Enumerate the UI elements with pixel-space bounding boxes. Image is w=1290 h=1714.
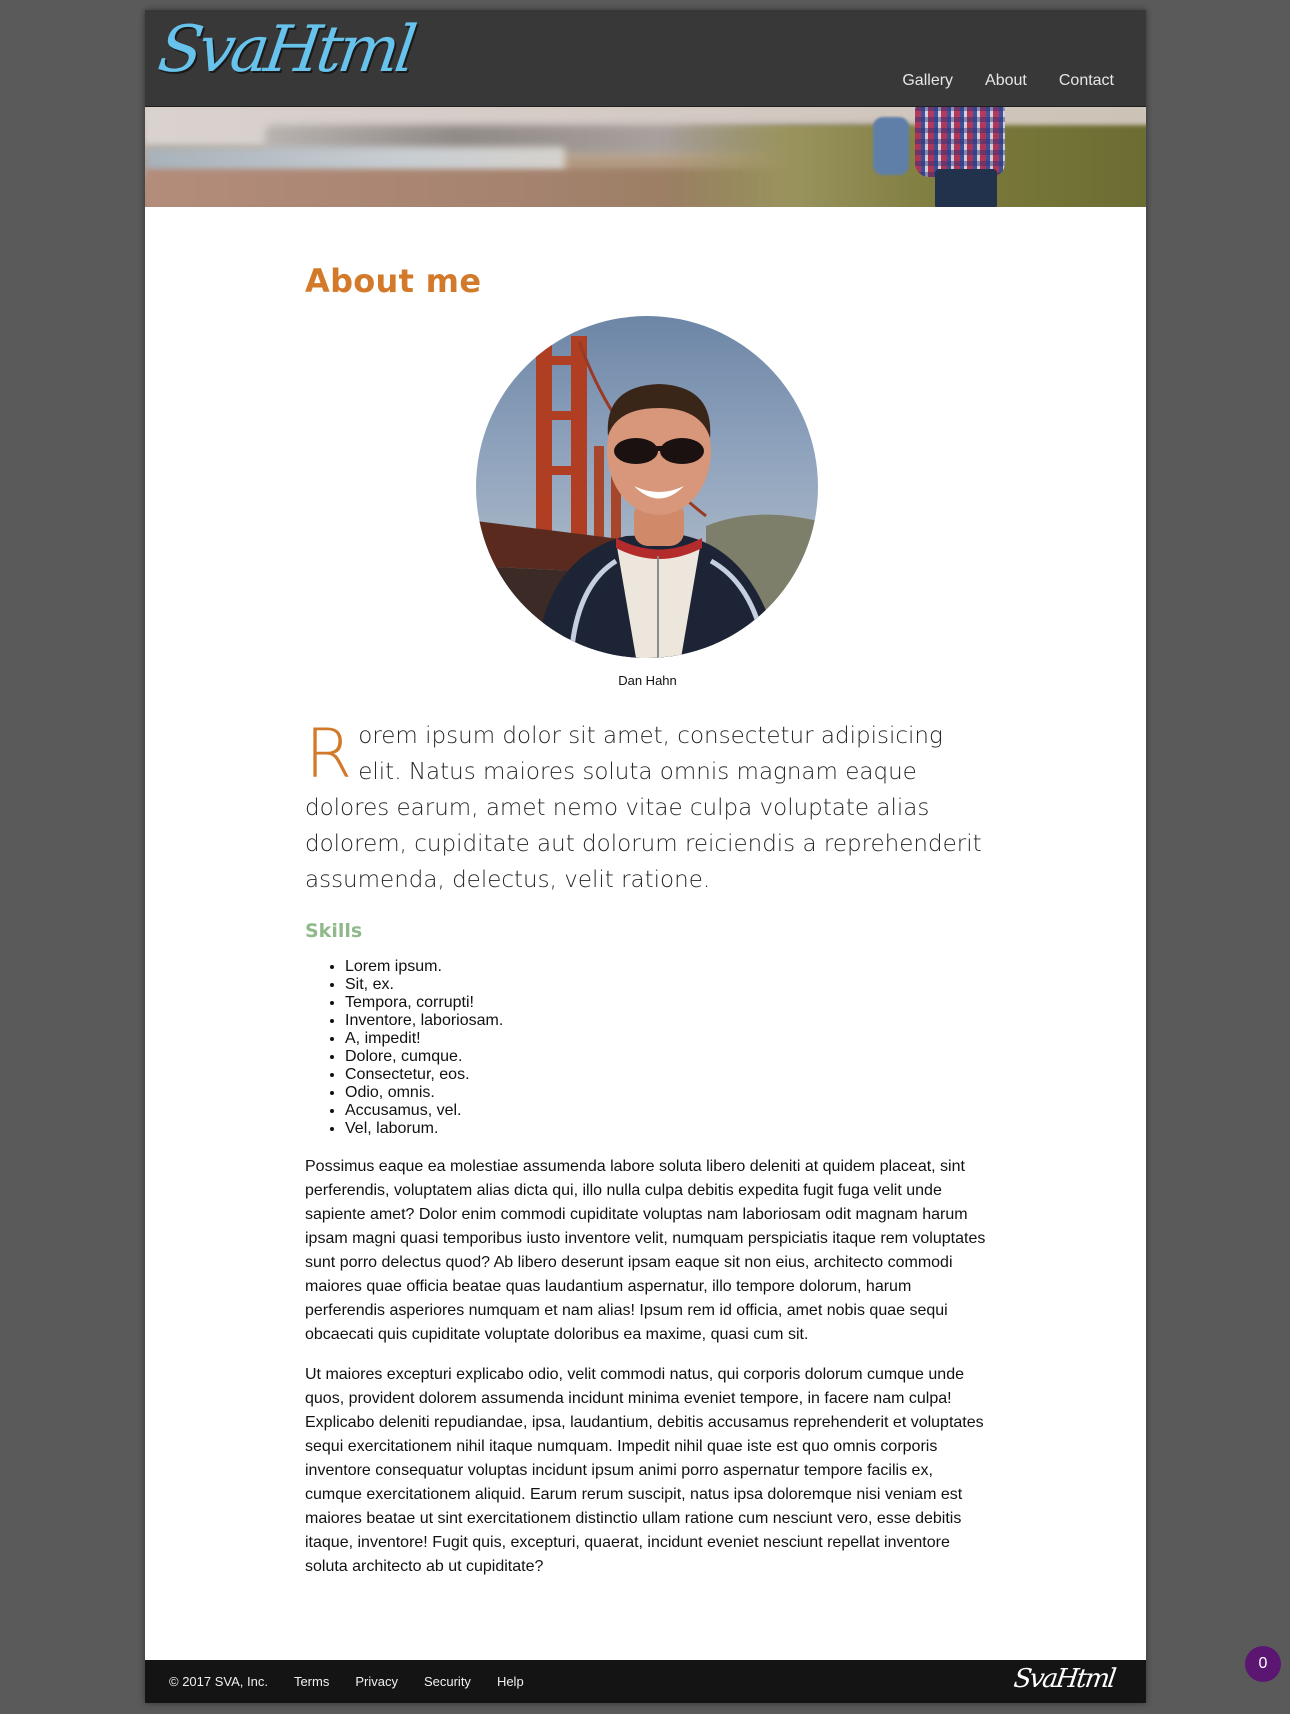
site-header: SvaHtml Gallery About Contact (145, 10, 1146, 107)
profile-photo-illustration (476, 336, 818, 658)
intro-text: orem ipsum dolor sit amet, consectetur a… (305, 723, 982, 893)
body-paragraph-1: Possimus eaque ea molestiae assumenda la… (305, 1158, 986, 1343)
profile-photo (476, 316, 818, 658)
skills-heading: Skills (305, 920, 363, 942)
nav-link-about[interactable]: About (985, 72, 1027, 90)
skills-list: Lorem ipsum. Sit, ex. Tempora, corrupti!… (305, 958, 503, 1138)
skills-list-item: Sit, ex. (345, 976, 503, 994)
site-logo[interactable]: SvaHtml (154, 12, 418, 89)
body-paragraph-2: Ut maiores excepturi explicabo odio, vel… (305, 1366, 984, 1575)
nav-link-contact[interactable]: Contact (1059, 72, 1114, 90)
footer-link-privacy[interactable]: Privacy (355, 1674, 398, 1689)
footer-link-terms[interactable]: Terms (294, 1674, 329, 1689)
skills-list-item: Dolore, cumque. (345, 1048, 503, 1066)
page-container: SvaHtml Gallery About Contact About me D… (145, 10, 1146, 1703)
profile-photo-caption: Dan Hahn (618, 673, 677, 688)
notification-count-badge[interactable]: 0 (1245, 1646, 1281, 1682)
skills-list-item: Vel, laborum. (345, 1120, 503, 1138)
footer-links: © 2017 SVA, Inc. Terms Privacy Security … (169, 1674, 524, 1689)
footer-link-help[interactable]: Help (497, 1674, 524, 1689)
skills-list-item: Inventore, laboriosam. (345, 1012, 503, 1030)
copyright-text: © 2017 SVA, Inc. (169, 1674, 268, 1689)
drop-cap-letter: R (305, 715, 353, 794)
skills-list-item: A, impedit! (345, 1030, 503, 1048)
footer-logo[interactable]: SvaHtml (1012, 1664, 1116, 1694)
skills-list-item: Odio, omnis. (345, 1084, 503, 1102)
main-nav: Gallery About Contact (902, 72, 1114, 90)
footer-link-security[interactable]: Security (424, 1674, 471, 1689)
skills-list-item: Tempora, corrupti! (345, 994, 503, 1012)
skills-list-item: Accusamus, vel. (345, 1102, 503, 1120)
hero-banner-image (145, 107, 1146, 207)
page-title: About me (305, 262, 482, 300)
skills-list-item: Lorem ipsum. (345, 958, 503, 976)
nav-link-gallery[interactable]: Gallery (902, 72, 953, 90)
site-footer: © 2017 SVA, Inc. Terms Privacy Security … (145, 1660, 1146, 1703)
intro-paragraph: Rorem ipsum dolor sit amet, consectetur … (305, 718, 990, 898)
skills-list-item: Consectetur, eos. (345, 1066, 503, 1084)
